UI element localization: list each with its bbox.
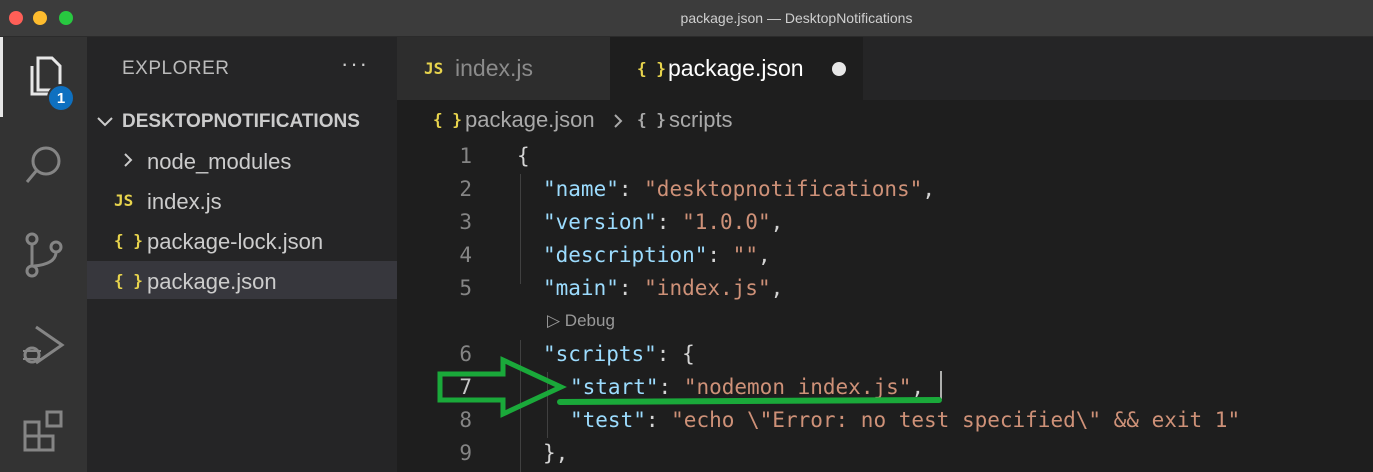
- more-actions-icon[interactable]: ···: [341, 51, 369, 77]
- run-debug-icon: [22, 325, 65, 365]
- line-number: 3: [459, 210, 472, 234]
- line-number: 5: [459, 276, 472, 300]
- line-number: 4: [459, 243, 472, 267]
- tab-label: index.js: [455, 55, 533, 81]
- code-line-2: "name": "desktopnotifications",: [543, 177, 935, 201]
- tree-item-label: package.json: [147, 269, 277, 294]
- run-debug-activity-button[interactable]: [0, 305, 87, 385]
- json-string: "echo \"Error: no test specified\" && ex…: [671, 408, 1241, 432]
- text-cursor: [940, 371, 942, 399]
- punct: :: [645, 408, 672, 432]
- punct: :: [658, 375, 684, 399]
- json-key: "start": [570, 375, 659, 399]
- json-file-icon: { }: [637, 59, 666, 78]
- punct: ,: [770, 210, 784, 234]
- folder-desktopnotifications[interactable]: DESKTOPNOTIFICATIONS: [87, 105, 397, 137]
- tree-item-node-modules[interactable]: node_modules: [87, 141, 397, 179]
- tree-item-package-lock-json[interactable]: { } package-lock.json: [87, 221, 397, 259]
- tab-package-json[interactable]: { } package.json: [610, 37, 863, 100]
- breadcrumb: { } package.json { } scripts: [397, 100, 1373, 138]
- breadcrumb-file[interactable]: package.json: [465, 107, 595, 133]
- code-line-4: "description": "",: [543, 243, 771, 267]
- json-key: "version": [543, 210, 657, 234]
- punct: :: [656, 210, 683, 234]
- activity-bar: 1: [0, 37, 87, 472]
- js-file-icon: JS: [114, 191, 134, 210]
- annotation-arrow-icon: [437, 356, 567, 418]
- explorer-badge: 1: [47, 84, 75, 112]
- code-line-5: "main": "index.js",: [543, 276, 783, 300]
- indent-guide: [520, 174, 521, 284]
- punct: ,: [911, 375, 925, 399]
- json-string: "index.js": [644, 276, 771, 300]
- tree-item-label: node_modules: [147, 149, 292, 174]
- brace: },: [543, 441, 569, 465]
- explorer-activity-button[interactable]: 1: [0, 37, 87, 117]
- tree-item-label: package-lock.json: [147, 229, 324, 254]
- punct: :: [707, 243, 733, 267]
- window-title: package.json — DesktopNotifications: [680, 10, 913, 26]
- json-string: "": [732, 243, 758, 267]
- search-icon: [25, 146, 60, 183]
- json-key: "test": [570, 408, 646, 432]
- code-line-9: },: [543, 441, 568, 465]
- punct: :: [618, 276, 645, 300]
- punct: ,: [757, 243, 771, 267]
- tree-item-index-js[interactable]: JS index.js: [87, 181, 397, 219]
- breadcrumb-section[interactable]: scripts: [669, 107, 733, 133]
- tree-item-package-json[interactable]: { } package.json: [87, 261, 397, 299]
- debug-codelens[interactable]: ▷ Debug: [547, 311, 615, 331]
- line-number: 2: [459, 177, 472, 201]
- code-line-8: "test": "echo \"Error: no test specified…: [570, 408, 1240, 432]
- line-number: 1: [459, 144, 472, 168]
- source-control-icon: [25, 232, 62, 278]
- line-number: 9: [459, 441, 472, 465]
- code-line-3: "version": "1.0.0",: [543, 210, 783, 234]
- punct: ,: [770, 276, 784, 300]
- extensions-icon: [23, 410, 62, 452]
- json-file-icon: { }: [114, 231, 143, 250]
- search-activity-button[interactable]: [0, 125, 87, 205]
- editor-tab-bar: JS index.js { } package.json: [397, 37, 1373, 100]
- tree-item-label: index.js: [147, 189, 222, 214]
- tab-label: package.json: [668, 55, 804, 81]
- json-key: "main": [543, 276, 619, 300]
- punct: :: [618, 177, 645, 201]
- explorer-sidebar: EXPLORER ··· DESKTOPNOTIFICATIONS node_m…: [87, 37, 397, 472]
- title-bar: package.json — DesktopNotifications: [0, 0, 1373, 37]
- json-file-icon: { }: [433, 110, 462, 129]
- json-key: "name": [543, 177, 619, 201]
- chevron-right-icon: [124, 153, 133, 167]
- json-key: "description": [543, 243, 708, 267]
- json-file-icon: { }: [114, 271, 143, 290]
- brace: {: [517, 144, 530, 168]
- source-control-activity-button[interactable]: [0, 215, 87, 295]
- code-line-1: {: [517, 144, 530, 168]
- explorer-header: EXPLORER: [122, 58, 230, 79]
- extensions-activity-button[interactable]: [0, 391, 87, 471]
- object-icon: { }: [637, 110, 666, 129]
- chevron-down-icon: [97, 117, 113, 127]
- punct: ,: [922, 177, 935, 201]
- json-string: "nodemon index.js": [683, 375, 912, 399]
- code-editor[interactable]: 1 2 3 4 5 6 7 8 9 { "name": "desktopnoti…: [397, 138, 1373, 472]
- unsaved-dot-icon[interactable]: [832, 62, 846, 76]
- chevron-right-icon: [614, 114, 623, 128]
- punct: : {: [656, 342, 695, 366]
- folder-name: DESKTOPNOTIFICATIONS: [122, 111, 360, 132]
- json-string: "1.0.0": [682, 210, 771, 234]
- code-line-7: "start": "nodemon index.js",: [570, 375, 924, 399]
- js-file-icon: JS: [424, 59, 444, 78]
- tab-index-js[interactable]: JS index.js: [397, 37, 610, 100]
- json-string: "desktopnotifications": [644, 177, 923, 201]
